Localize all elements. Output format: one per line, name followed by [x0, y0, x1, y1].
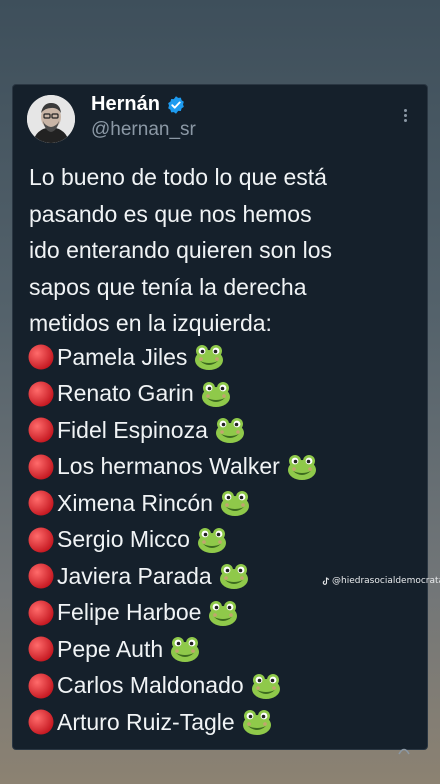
- tweet-line: pasando es que nos hemos: [29, 200, 312, 227]
- frog-emoji-icon: [220, 491, 249, 517]
- frog-emoji-icon: [215, 418, 244, 444]
- red-circle-icon: [28, 417, 54, 443]
- frog-emoji-icon: [242, 710, 271, 736]
- list-item: Pepe Auth: [27, 631, 318, 668]
- frog-emoji-icon: [251, 673, 280, 699]
- list-item-name: Sergio Micco: [57, 526, 190, 553]
- red-circle-icon: [28, 490, 54, 516]
- red-circle-icon: [28, 527, 54, 553]
- list-item: Renato Garin: [27, 376, 318, 413]
- list-item-name: Renato Garin: [57, 380, 194, 407]
- red-circle-icon: [28, 673, 54, 699]
- tweet-card: Hernán @hernan_sr Lo bueno de todo lo qu…: [12, 84, 428, 755]
- list-item-name: Fidel Espinoza: [57, 416, 208, 443]
- tweet-line: Lo bueno de todo lo que está: [29, 164, 327, 190]
- tweet-line: ido enterando quieren son los: [29, 237, 333, 263]
- tweet-line: sapos que tenía la derecha: [29, 273, 307, 300]
- user-name[interactable]: Hernán: [91, 93, 160, 116]
- avatar-photo: [27, 95, 75, 143]
- tiktok-icon: [322, 576, 330, 585]
- avatar[interactable]: [27, 95, 75, 143]
- red-circle-icon: [28, 381, 54, 407]
- frog-emoji-icon: [287, 454, 316, 480]
- red-circle-icon: [28, 709, 54, 735]
- frog-emoji-icon: [209, 600, 238, 626]
- list-item: Javiera Parada: [27, 558, 318, 595]
- tweet-text: Lo bueno de todo lo que está pasando es …: [29, 159, 413, 342]
- frog-emoji-icon: [171, 637, 200, 663]
- list-item-name: Carlos Maldonado: [57, 672, 244, 699]
- tiktok-watermark: @hiedrasocialdemocrata: [322, 576, 440, 586]
- list-item-name: Los hermanos Walker: [57, 453, 280, 480]
- verified-badge-icon: [168, 95, 184, 114]
- red-circle-icon: [28, 600, 54, 626]
- list-item: Arturo Ruiz-Tagle: [27, 704, 318, 741]
- bottom-action-icon[interactable]: [397, 745, 411, 755]
- red-circle-icon: [28, 454, 54, 480]
- frog-emoji-icon: [201, 381, 230, 407]
- red-circle-icon: [28, 563, 54, 589]
- list-item-name: Felipe Harboe: [57, 599, 202, 626]
- user-handle[interactable]: @hernan_sr: [91, 119, 196, 141]
- frog-emoji-icon: [195, 345, 224, 371]
- list-item: Pamela Jiles: [27, 339, 318, 376]
- list-item-name: Arturo Ruiz-Tagle: [57, 708, 235, 735]
- red-circle-icon: [28, 636, 54, 662]
- list-item: Sergio Micco: [27, 522, 318, 559]
- list-item-name: Ximena Rincón: [57, 489, 213, 516]
- list-item-name: Pamela Jiles: [57, 343, 188, 370]
- watermark-text: @hiedrasocialdemocrata: [332, 576, 440, 586]
- red-circle-icon: [28, 344, 54, 370]
- more-options-icon[interactable]: [397, 107, 413, 127]
- list-item: Ximena Rincón: [27, 485, 318, 522]
- tweet-line: metidos en la izquierda:: [29, 310, 272, 336]
- frog-emoji-icon: [197, 527, 226, 553]
- list-item: Fidel Espinoza: [27, 412, 318, 449]
- frog-emoji-icon: [219, 564, 248, 590]
- names-list: Pamela Jiles Renato Garin Fidel Espinoza Lo…: [27, 339, 318, 741]
- list-item: Los hermanos Walker: [27, 449, 318, 486]
- list-item: Felipe Harboe: [27, 595, 318, 632]
- list-item-name: Javiera Parada: [57, 562, 212, 589]
- list-item: Carlos Maldonado: [27, 668, 318, 705]
- list-item-name: Pepe Auth: [57, 635, 164, 662]
